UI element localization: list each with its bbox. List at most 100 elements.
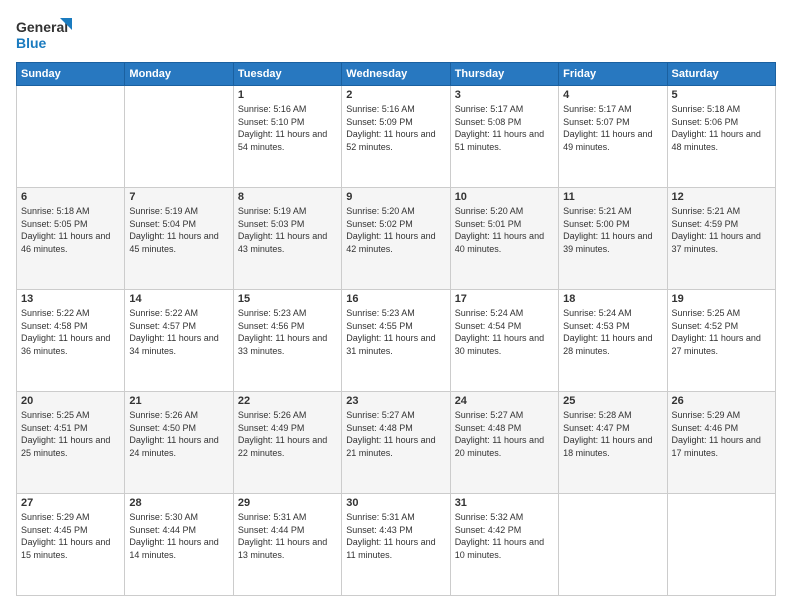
calendar-cell: 23 Sunrise: 5:27 AM Sunset: 4:48 PM Dayli… [342, 392, 450, 494]
day-info: Sunrise: 5:22 AM Sunset: 4:58 PM Dayligh… [21, 307, 120, 357]
day-info: Sunrise: 5:21 AM Sunset: 5:00 PM Dayligh… [563, 205, 662, 255]
calendar-cell: 29 Sunrise: 5:31 AM Sunset: 4:44 PM Dayli… [233, 494, 341, 596]
calendar-cell: 14 Sunrise: 5:22 AM Sunset: 4:57 PM Dayli… [125, 290, 233, 392]
day-number: 18 [563, 293, 662, 305]
calendar-cell [17, 86, 125, 188]
day-header-saturday: Saturday [667, 63, 775, 86]
day-number: 27 [21, 497, 120, 509]
day-info: Sunrise: 5:29 AM Sunset: 4:45 PM Dayligh… [21, 511, 120, 561]
calendar-cell: 7 Sunrise: 5:19 AM Sunset: 5:04 PM Daylig… [125, 188, 233, 290]
calendar-cell: 27 Sunrise: 5:29 AM Sunset: 4:45 PM Dayli… [17, 494, 125, 596]
day-header-tuesday: Tuesday [233, 63, 341, 86]
day-number: 20 [21, 395, 120, 407]
calendar: SundayMondayTuesdayWednesdayThursdayFrid… [16, 62, 776, 596]
day-number: 4 [563, 89, 662, 101]
day-number: 3 [455, 89, 554, 101]
day-header-wednesday: Wednesday [342, 63, 450, 86]
day-info: Sunrise: 5:19 AM Sunset: 5:04 PM Dayligh… [129, 205, 228, 255]
calendar-cell: 17Sunrise: 5:24 AM Sunset: 4:54 PM Dayli… [450, 290, 558, 392]
calendar-cell: 16Sunrise: 5:23 AM Sunset: 4:55 PM Dayli… [342, 290, 450, 392]
day-info: Sunrise: 5:31 AM Sunset: 4:43 PM Dayligh… [346, 511, 445, 561]
calendar-cell: 28 Sunrise: 5:30 AM Sunset: 4:44 PM Dayli… [125, 494, 233, 596]
calendar-cell: 2Sunrise: 5:16 AM Sunset: 5:09 PM Daylig… [342, 86, 450, 188]
calendar-cell: 1Sunrise: 5:16 AM Sunset: 5:10 PM Daylig… [233, 86, 341, 188]
day-info: Sunrise: 5:25 AM Sunset: 4:51 PM Dayligh… [21, 409, 120, 459]
day-info: Sunrise: 5:26 AM Sunset: 4:50 PM Dayligh… [129, 409, 228, 459]
week-row-3: 20 Sunrise: 5:25 AM Sunset: 4:51 PM Dayli… [17, 392, 776, 494]
day-info: Sunrise: 5:17 AM Sunset: 5:07 PM Dayligh… [563, 103, 662, 153]
calendar-cell: 4 Sunrise: 5:17 AM Sunset: 5:07 PM Daylig… [559, 86, 667, 188]
day-number: 31 [455, 497, 554, 509]
calendar-cell: 30 Sunrise: 5:31 AM Sunset: 4:43 PM Dayli… [342, 494, 450, 596]
week-row-1: 6Sunrise: 5:18 AM Sunset: 5:05 PM Daylig… [17, 188, 776, 290]
day-number: 29 [238, 497, 337, 509]
day-number: 15 [238, 293, 337, 305]
calendar-cell: 25 Sunrise: 5:28 AM Sunset: 4:47 PM Dayli… [559, 392, 667, 494]
day-info: Sunrise: 5:27 AM Sunset: 4:48 PM Dayligh… [455, 409, 554, 459]
day-number: 9 [346, 191, 445, 203]
day-info: Sunrise: 5:20 AM Sunset: 5:02 PM Dayligh… [346, 205, 445, 255]
day-number: 1 [238, 89, 337, 101]
day-info: Sunrise: 5:24 AM Sunset: 4:53 PM Dayligh… [563, 307, 662, 357]
svg-text:Blue: Blue [16, 35, 47, 51]
svg-text:General: General [16, 19, 68, 35]
day-number: 11 [563, 191, 662, 203]
day-number: 30 [346, 497, 445, 509]
day-number: 22 [238, 395, 337, 407]
calendar-cell: 9 Sunrise: 5:20 AM Sunset: 5:02 PM Daylig… [342, 188, 450, 290]
day-info: Sunrise: 5:30 AM Sunset: 4:44 PM Dayligh… [129, 511, 228, 561]
calendar-cell: 3 Sunrise: 5:17 AM Sunset: 5:08 PM Daylig… [450, 86, 558, 188]
day-number: 16 [346, 293, 445, 305]
calendar-cell [667, 494, 775, 596]
calendar-cell: 8Sunrise: 5:19 AM Sunset: 5:03 PM Daylig… [233, 188, 341, 290]
calendar-cell: 26Sunrise: 5:29 AM Sunset: 4:46 PM Dayli… [667, 392, 775, 494]
logo: GeneralBlue [16, 16, 76, 52]
day-info: Sunrise: 5:20 AM Sunset: 5:01 PM Dayligh… [455, 205, 554, 255]
day-number: 7 [129, 191, 228, 203]
calendar-cell: 19 Sunrise: 5:25 AM Sunset: 4:52 PM Dayli… [667, 290, 775, 392]
day-info: Sunrise: 5:26 AM Sunset: 4:49 PM Dayligh… [238, 409, 337, 459]
calendar-cell: 10 Sunrise: 5:20 AM Sunset: 5:01 PM Dayli… [450, 188, 558, 290]
calendar-cell: 20 Sunrise: 5:25 AM Sunset: 4:51 PM Dayli… [17, 392, 125, 494]
day-info: Sunrise: 5:21 AM Sunset: 4:59 PM Dayligh… [672, 205, 771, 255]
day-info: Sunrise: 5:19 AM Sunset: 5:03 PM Dayligh… [238, 205, 337, 255]
day-number: 25 [563, 395, 662, 407]
day-number: 10 [455, 191, 554, 203]
calendar-cell: 12Sunrise: 5:21 AM Sunset: 4:59 PM Dayli… [667, 188, 775, 290]
week-row-2: 13 Sunrise: 5:22 AM Sunset: 4:58 PM Dayli… [17, 290, 776, 392]
day-info: Sunrise: 5:27 AM Sunset: 4:48 PM Dayligh… [346, 409, 445, 459]
day-info: Sunrise: 5:31 AM Sunset: 4:44 PM Dayligh… [238, 511, 337, 561]
day-info: Sunrise: 5:25 AM Sunset: 4:52 PM Dayligh… [672, 307, 771, 357]
day-number: 13 [21, 293, 120, 305]
day-number: 23 [346, 395, 445, 407]
calendar-cell: 31Sunrise: 5:32 AM Sunset: 4:42 PM Dayli… [450, 494, 558, 596]
day-number: 21 [129, 395, 228, 407]
week-row-4: 27 Sunrise: 5:29 AM Sunset: 4:45 PM Dayli… [17, 494, 776, 596]
day-number: 14 [129, 293, 228, 305]
day-number: 19 [672, 293, 771, 305]
day-info: Sunrise: 5:29 AM Sunset: 4:46 PM Dayligh… [672, 409, 771, 459]
calendar-header-row: SundayMondayTuesdayWednesdayThursdayFrid… [17, 63, 776, 86]
day-header-monday: Monday [125, 63, 233, 86]
calendar-cell: 13 Sunrise: 5:22 AM Sunset: 4:58 PM Dayli… [17, 290, 125, 392]
day-header-thursday: Thursday [450, 63, 558, 86]
day-info: Sunrise: 5:22 AM Sunset: 4:57 PM Dayligh… [129, 307, 228, 357]
day-info: Sunrise: 5:23 AM Sunset: 4:56 PM Dayligh… [238, 307, 337, 357]
calendar-cell [125, 86, 233, 188]
calendar-cell: 22 Sunrise: 5:26 AM Sunset: 4:49 PM Dayli… [233, 392, 341, 494]
day-info: Sunrise: 5:24 AM Sunset: 4:54 PM Dayligh… [455, 307, 554, 357]
calendar-body: 1Sunrise: 5:16 AM Sunset: 5:10 PM Daylig… [17, 86, 776, 596]
calendar-cell: 15 Sunrise: 5:23 AM Sunset: 4:56 PM Dayli… [233, 290, 341, 392]
day-info: Sunrise: 5:28 AM Sunset: 4:47 PM Dayligh… [563, 409, 662, 459]
calendar-cell: 5Sunrise: 5:18 AM Sunset: 5:06 PM Daylig… [667, 86, 775, 188]
calendar-cell [559, 494, 667, 596]
day-number: 2 [346, 89, 445, 101]
day-header-friday: Friday [559, 63, 667, 86]
day-info: Sunrise: 5:17 AM Sunset: 5:08 PM Dayligh… [455, 103, 554, 153]
day-number: 28 [129, 497, 228, 509]
calendar-cell: 21 Sunrise: 5:26 AM Sunset: 4:50 PM Dayli… [125, 392, 233, 494]
calendar-cell: 11 Sunrise: 5:21 AM Sunset: 5:00 PM Dayli… [559, 188, 667, 290]
logo-svg: GeneralBlue [16, 16, 76, 52]
calendar-cell: 24Sunrise: 5:27 AM Sunset: 4:48 PM Dayli… [450, 392, 558, 494]
page: GeneralBlue SundayMondayTuesdayWednesday… [0, 0, 792, 612]
